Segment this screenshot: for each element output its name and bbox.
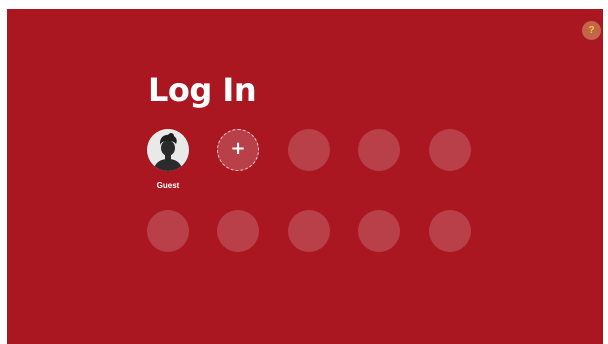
help-icon: ?	[588, 24, 595, 36]
empty-profile-slot	[217, 210, 259, 252]
empty-profile-slot	[358, 210, 400, 252]
plus-icon: +	[230, 138, 246, 159]
help-button[interactable]: ?	[582, 21, 601, 40]
empty-profile-slot	[288, 210, 330, 252]
empty-profile-slot	[147, 210, 189, 252]
profile-guest-label: Guest	[156, 181, 180, 190]
empty-profile-slot	[358, 129, 400, 171]
add-user-button[interactable]: +	[217, 129, 259, 171]
guest-avatar-icon	[147, 129, 189, 171]
empty-profile-slot	[288, 129, 330, 171]
empty-profile-slot	[429, 210, 471, 252]
empty-profile-slot	[429, 129, 471, 171]
login-screen: ? Log In Guest +	[7, 9, 603, 344]
profile-guest[interactable]	[147, 129, 189, 171]
page-title: Log In	[148, 71, 257, 109]
